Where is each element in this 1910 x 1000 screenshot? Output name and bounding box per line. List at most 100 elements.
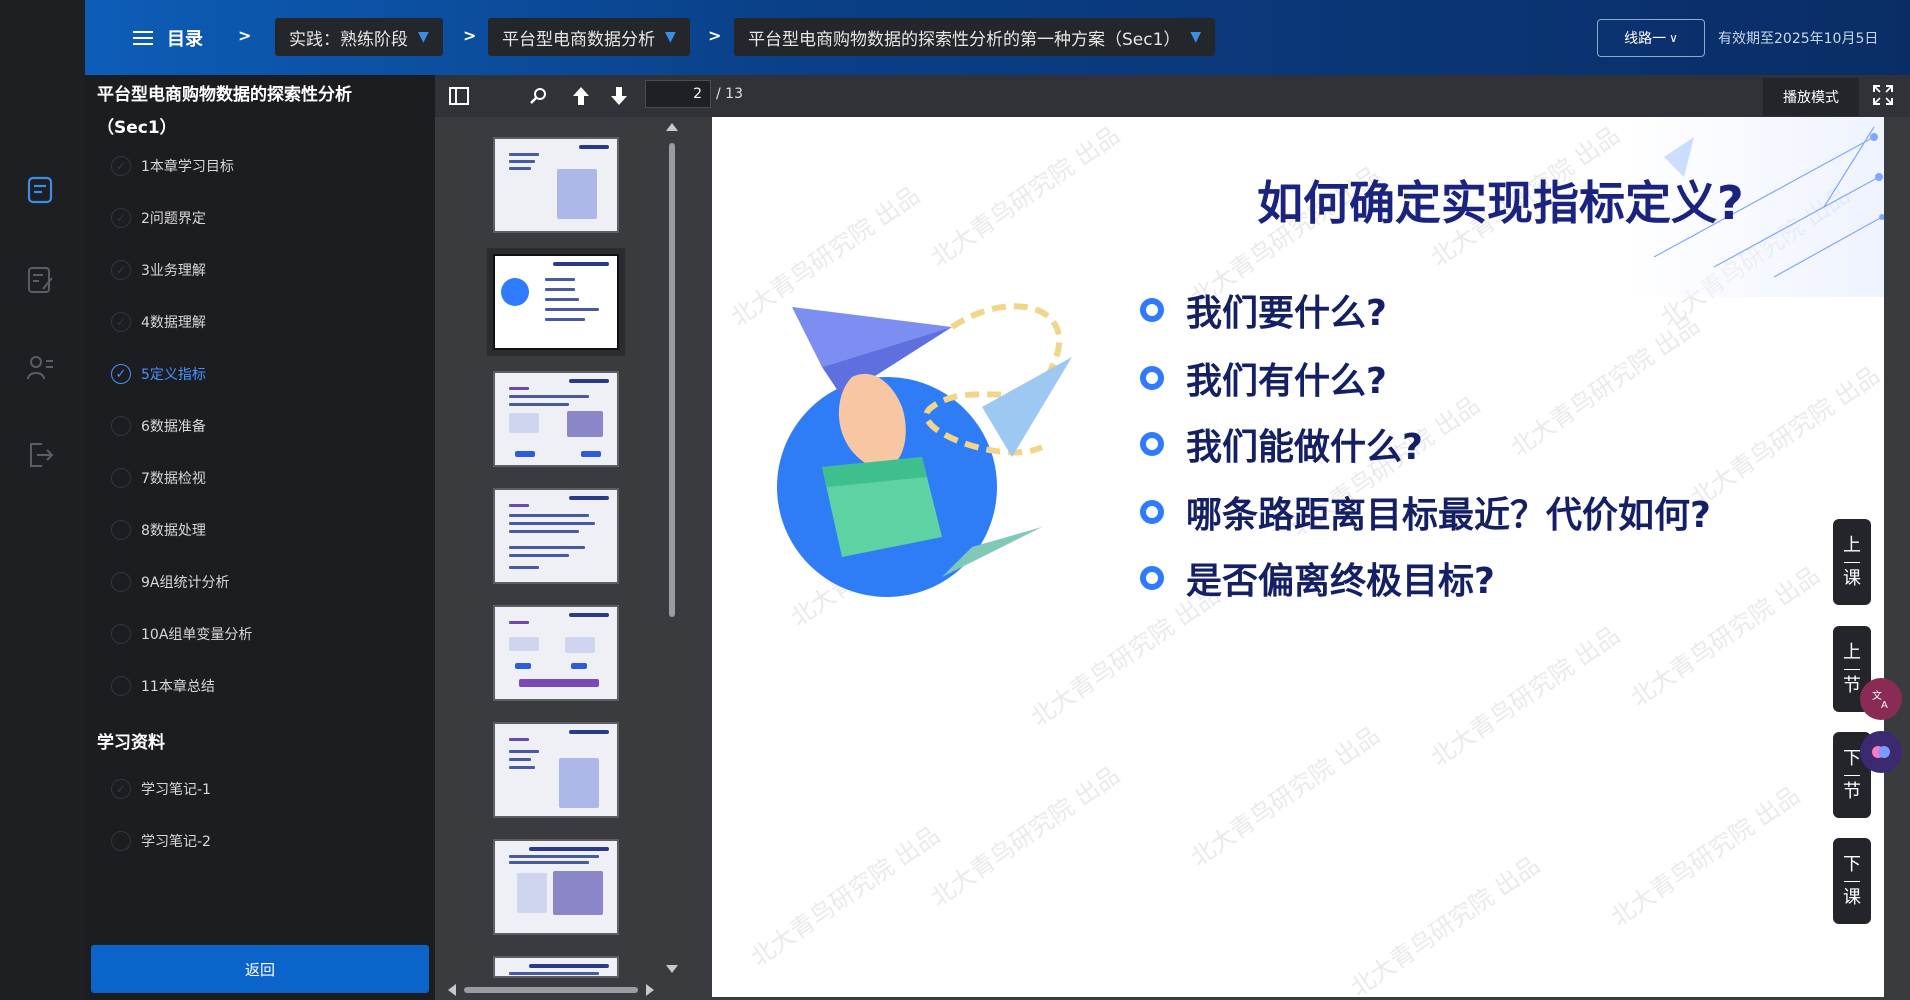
watermark: 北大青鸟研究院 出品 bbox=[1625, 560, 1825, 713]
breadcrumb-separator: > bbox=[708, 26, 722, 45]
page-thumbnail[interactable] bbox=[493, 956, 619, 978]
material-item[interactable]: 学习笔记-2 bbox=[111, 827, 211, 855]
discussion-icon[interactable] bbox=[25, 353, 55, 383]
page-thumbnail[interactable] bbox=[493, 605, 619, 701]
chapter-label: 4数据理解 bbox=[141, 315, 206, 331]
breadcrumb-stage-label: 实践：熟练阶段 bbox=[289, 29, 408, 50]
watermark: 北大青鸟研究院 出品 bbox=[925, 760, 1125, 913]
watermark: 北大青鸟研究院 出品 bbox=[1605, 780, 1805, 933]
slide-title: 如何确定实现指标定义? bbox=[1257, 176, 1744, 230]
slide-bullet: 我们要什么? bbox=[1140, 285, 1387, 335]
material-label: 学习笔记-1 bbox=[141, 782, 211, 798]
notes-icon[interactable] bbox=[25, 265, 55, 295]
circle-icon bbox=[111, 831, 131, 851]
icon-rail bbox=[0, 75, 85, 1000]
nav-char: 节 bbox=[1843, 674, 1861, 696]
sidebar-toggle-icon[interactable] bbox=[446, 83, 472, 109]
material-label: 学习笔记-2 bbox=[141, 834, 211, 850]
chapter-label: 8数据处理 bbox=[141, 523, 206, 539]
circle-icon bbox=[111, 676, 131, 696]
page-thumbnail[interactable] bbox=[493, 722, 619, 818]
bullet-text: 我们要什么? bbox=[1186, 293, 1387, 334]
chevron-down-icon: ▼ bbox=[1190, 29, 1202, 45]
ai-brain-icon[interactable] bbox=[1860, 731, 1902, 773]
thumbnail-scrollbar[interactable] bbox=[666, 123, 678, 975]
chapter-label: 7数据检视 bbox=[141, 471, 206, 487]
slide: 北大青鸟研究院 出品 北大青鸟研究院 出品 北大青鸟研究院 出品 北大青鸟研究院… bbox=[712, 117, 1884, 997]
thumbnail-horizontal-scrollbar[interactable] bbox=[448, 984, 656, 996]
page-total: / 13 bbox=[716, 86, 743, 102]
watermark: 北大青鸟研究院 出品 bbox=[925, 120, 1125, 273]
nav-char: 课 bbox=[1843, 567, 1861, 589]
watermark: 北大青鸟研究院 出品 bbox=[1685, 360, 1884, 513]
exit-icon[interactable] bbox=[25, 440, 55, 470]
back-button[interactable]: 返回 bbox=[91, 945, 429, 993]
watermark: 北大青鸟研究院 出品 bbox=[1185, 720, 1385, 873]
nav-char: 上 bbox=[1843, 534, 1861, 556]
check-icon: ✓ bbox=[111, 312, 131, 332]
chapter-item[interactable]: 9A组统计分析 bbox=[111, 568, 229, 596]
bullet-text: 是否偏离终极目标? bbox=[1186, 561, 1495, 602]
chapter-item[interactable]: ✓ 2问题界定 bbox=[111, 204, 206, 232]
watermark: 北大青鸟研究院 出品 bbox=[745, 820, 945, 973]
page-thumbnail[interactable] bbox=[493, 137, 619, 233]
chapter-label: 5定义指标 bbox=[141, 367, 206, 383]
paper-plane-illustration bbox=[777, 303, 1072, 597]
breadcrumb-lesson-select[interactable]: 平台型电商购物数据的探索性分析的第一种方案（Sec1） ▼ bbox=[734, 18, 1216, 56]
courseware-icon[interactable] bbox=[25, 175, 55, 205]
route-select-button[interactable]: 线路一 ∨ bbox=[1597, 19, 1705, 57]
translate-icon[interactable]: 文A bbox=[1860, 678, 1902, 720]
chapter-item[interactable]: 11本章总结 bbox=[111, 672, 215, 700]
nav-char: 下 bbox=[1843, 747, 1861, 769]
material-item[interactable]: ✓ 学习笔记-1 bbox=[111, 775, 211, 803]
chapter-sidebar: 平台型电商购物数据的探索性分析（Sec1） ✓ 1本章学习目标 ✓ 2问题界定 ✓ 3… bbox=[85, 75, 435, 1000]
bullet-ring-icon bbox=[1140, 500, 1164, 524]
fullscreen-icon[interactable] bbox=[1872, 84, 1896, 108]
circle-icon bbox=[111, 624, 131, 644]
bullet-text: 我们有什么? bbox=[1186, 361, 1387, 402]
page-thumbnail[interactable] bbox=[493, 488, 619, 584]
breadcrumb-course-select[interactable]: 平台型电商数据分析 ▼ bbox=[488, 18, 690, 56]
breadcrumb-course-label: 平台型电商数据分析 bbox=[502, 29, 655, 50]
nav-char: 节 bbox=[1843, 780, 1861, 802]
chapter-item[interactable]: 10A组单变量分析 bbox=[111, 620, 252, 648]
nav-char: 上 bbox=[1843, 641, 1861, 663]
bullet-ring-icon bbox=[1140, 366, 1164, 390]
nav-char: 下 bbox=[1843, 853, 1861, 875]
page-thumbnail[interactable] bbox=[493, 371, 619, 467]
nav-char: 课 bbox=[1843, 886, 1861, 908]
bullet-ring-icon bbox=[1140, 432, 1164, 456]
chapter-item[interactable]: 6数据准备 bbox=[111, 412, 206, 440]
chapter-item[interactable]: ✓ 3业务理解 bbox=[111, 256, 206, 284]
next-lesson-button[interactable]: 下课 bbox=[1833, 838, 1871, 924]
page-number-input[interactable]: 2 bbox=[645, 80, 711, 108]
play-mode-button[interactable]: 播放模式 bbox=[1763, 78, 1859, 116]
bullet-text: 我们能做什么? bbox=[1186, 427, 1423, 468]
toc-button[interactable]: 目录 bbox=[133, 22, 203, 54]
chapter-item-active[interactable]: ✓ 5定义指标 bbox=[111, 360, 206, 388]
page-thumbnail-current[interactable] bbox=[487, 248, 625, 356]
prev-lesson-button[interactable]: 上课 bbox=[1833, 519, 1871, 605]
slide-bullet: 哪条路距离目标最近？代价如何? bbox=[1140, 487, 1711, 537]
expiry-text: 有效期至2025年10月5日 bbox=[1718, 31, 1879, 47]
chapter-label: 10A组单变量分析 bbox=[141, 627, 253, 643]
csdn-watermark: CSDN @Waitind bbox=[1630, 945, 1884, 983]
bullet-text: 哪条路距离目标最近？代价如何? bbox=[1186, 495, 1711, 536]
search-icon[interactable] bbox=[526, 83, 552, 109]
check-icon: ✓ bbox=[111, 779, 131, 799]
chapter-item[interactable]: ✓ 4数据理解 bbox=[111, 308, 206, 336]
course-title: 平台型电商购物数据的探索性分析（Sec1） bbox=[97, 85, 352, 138]
chapter-label: 2问题界定 bbox=[141, 211, 206, 227]
route-label: 线路一 bbox=[1624, 31, 1667, 47]
previous-page-icon[interactable] bbox=[568, 83, 594, 109]
breadcrumb-stage-select[interactable]: 实践：熟练阶段 ▼ bbox=[275, 18, 443, 56]
chevron-down-icon: ∨ bbox=[1669, 31, 1678, 45]
bullet-ring-icon bbox=[1140, 298, 1164, 322]
next-page-icon[interactable] bbox=[606, 83, 632, 109]
page-thumbnail[interactable] bbox=[493, 839, 619, 935]
chapter-item[interactable]: 8数据处理 bbox=[111, 516, 206, 544]
chapter-item[interactable]: 7数据检视 bbox=[111, 464, 206, 492]
chapter-label: 1本章学习目标 bbox=[141, 159, 234, 175]
check-icon: ✓ bbox=[111, 260, 131, 280]
chapter-item[interactable]: ✓ 1本章学习目标 bbox=[111, 152, 234, 180]
